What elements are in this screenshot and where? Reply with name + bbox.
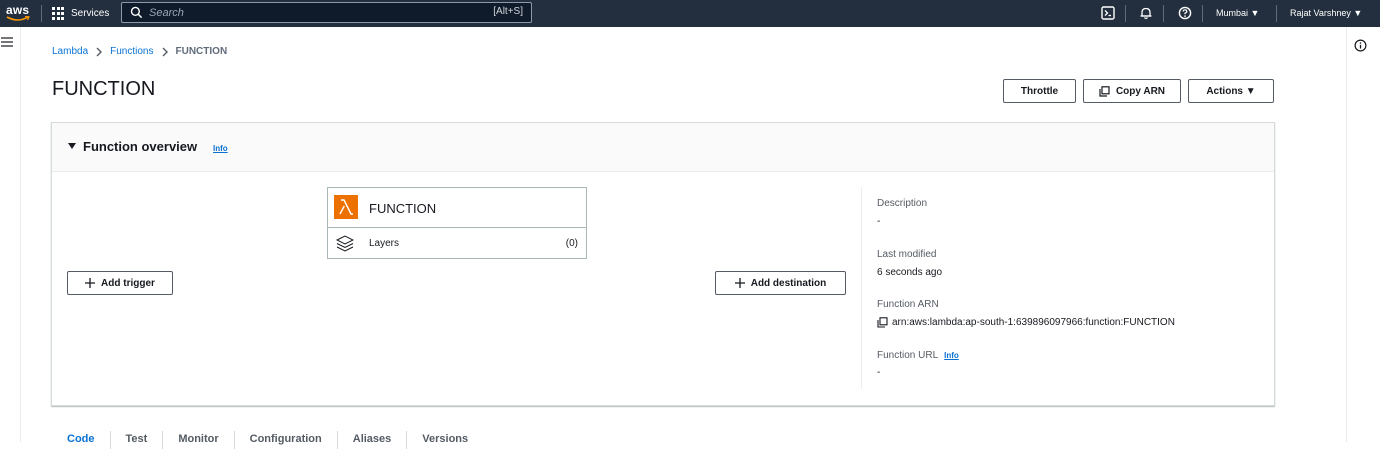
overview-divider [861, 187, 862, 389]
function-overview-header[interactable]: Function overview Info [52, 123, 1274, 172]
copy-icon [1099, 85, 1110, 97]
actions-dropdown[interactable]: Actions ▼ [1188, 79, 1274, 103]
function-arn-value: arn:aws:lambda:ap-south-1:639896097966:f… [892, 317, 1175, 328]
breadcrumb-current: FUNCTION [175, 46, 228, 57]
description-label: Description [877, 198, 928, 209]
last-modified-label: Last modified [877, 249, 937, 260]
add-trigger-label: Add trigger [101, 277, 155, 289]
function-url-label-row: Function URL Info [877, 350, 959, 361]
plus-icon [734, 278, 745, 288]
lambda-icon [334, 195, 358, 219]
add-destination-button[interactable]: Add destination [715, 271, 846, 295]
layers-label[interactable]: Layers [369, 238, 399, 249]
services-label: Services [71, 8, 110, 19]
nav-divider [1163, 5, 1164, 22]
menu-icon[interactable] [1, 37, 13, 47]
chevron-right-icon [96, 47, 103, 56]
copy-icon[interactable] [877, 317, 888, 328]
last-modified-value: 6 seconds ago [877, 267, 943, 278]
services-menu[interactable]: Services [52, 4, 109, 23]
function-overview-panel: Function overview Info FUNCTION Layers (… [51, 122, 1275, 406]
function-tabs: Code Test Monitor Configuration Aliases … [52, 431, 483, 449]
chevron-right-icon [162, 47, 168, 56]
add-trigger-button[interactable]: Add trigger [67, 271, 173, 295]
aws-logo-text: aws [6, 3, 30, 17]
description-value: - [877, 216, 881, 227]
overview-info-link[interactable]: Info [213, 144, 228, 153]
function-name: FUNCTION [369, 201, 437, 216]
info-panel-icon[interactable] [1354, 39, 1367, 52]
breadcrumb-functions[interactable]: Functions [110, 46, 153, 57]
throttle-button[interactable]: Throttle [1003, 79, 1076, 103]
bell-icon[interactable] [1139, 6, 1153, 20]
function-card-header[interactable]: FUNCTION [328, 188, 586, 228]
function-arn-label: Function ARN [877, 299, 939, 310]
search-shortcut: [Alt+S] [493, 6, 523, 17]
tab-versions[interactable]: Versions [407, 431, 483, 449]
help-icon[interactable] [1178, 6, 1192, 20]
copy-arn-button[interactable]: Copy ARN [1083, 79, 1181, 103]
copy-arn-label: Copy ARN [1115, 85, 1166, 97]
aws-smile-icon [6, 16, 30, 21]
right-rail-divider [1346, 27, 1347, 442]
search-icon [130, 6, 143, 19]
function-overview-title: Function overview [83, 139, 198, 154]
region-selector[interactable]: Mumbai ▼ [1216, 8, 1259, 18]
tab-test[interactable]: Test [111, 431, 164, 449]
nav-divider [1202, 5, 1203, 22]
cloudshell-icon[interactable] [1101, 6, 1115, 20]
account-menu[interactable]: Rajat Varshney ▼ [1290, 8, 1362, 18]
tab-configuration[interactable]: Configuration [235, 431, 338, 449]
nav-divider [41, 5, 42, 22]
nav-divider [1125, 5, 1126, 22]
page-title: FUNCTION [52, 78, 156, 100]
breadcrumb: Lambda Functions FUNCTION [52, 46, 227, 57]
tab-aliases[interactable]: Aliases [338, 431, 408, 449]
layers-count: (0) [565, 238, 578, 249]
services-grid-icon [52, 7, 65, 20]
top-navigation: aws Services [Alt+S] Mumbai ▼ [0, 0, 1380, 27]
function-url-label: Function URL [877, 350, 939, 361]
tab-monitor[interactable]: Monitor [163, 431, 235, 449]
plus-icon [85, 278, 96, 288]
search-bar[interactable]: [Alt+S] [121, 2, 532, 23]
aws-logo[interactable]: aws [4, 2, 34, 24]
nav-divider [1276, 5, 1277, 22]
add-destination-label: Add destination [750, 277, 827, 289]
breadcrumb-lambda[interactable]: Lambda [52, 46, 88, 57]
layers-icon [336, 235, 354, 252]
function-card[interactable]: FUNCTION Layers (0) [327, 187, 587, 259]
function-url-info-link[interactable]: Info [944, 351, 959, 360]
function-url-value: - [877, 367, 881, 378]
left-rail-divider [20, 27, 21, 442]
search-input[interactable] [149, 6, 469, 19]
function-arn-row: arn:aws:lambda:ap-south-1:639896097966:f… [877, 317, 1175, 328]
caret-down-icon[interactable] [68, 142, 76, 150]
tab-code[interactable]: Code [52, 431, 111, 449]
